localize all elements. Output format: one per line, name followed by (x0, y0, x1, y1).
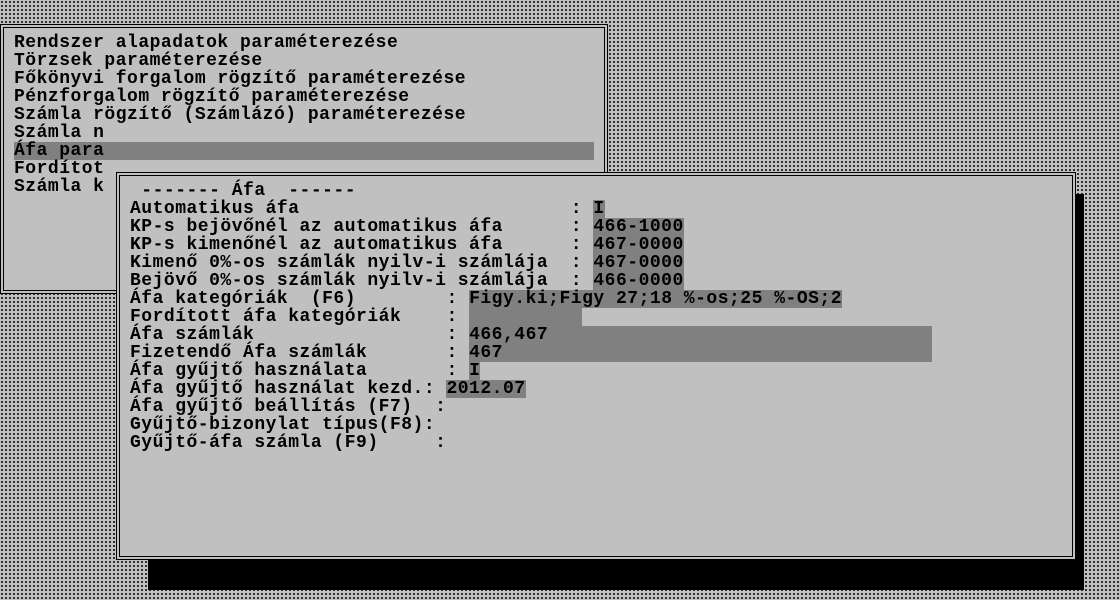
afa-value-0[interactable]: I (593, 200, 604, 218)
afa-row-12: Gyűjtő-bizonylat típus(F8): (130, 416, 1062, 434)
afa-row-6: Fordított áfa kategóriák : (130, 308, 1062, 326)
menu-item-0[interactable]: Rendszer alapadatok paraméterezése (14, 34, 594, 52)
afa-row-3: Kimenő 0%-os számlák nyilv-i számlája : … (130, 254, 1062, 272)
afa-value-10[interactable]: 2012.07 (446, 380, 525, 398)
afa-label-9: Áfa gyűjtő használata : (130, 361, 469, 381)
afa-label-4: Bejövő 0%-os számlák nyilv-i számlája : (130, 271, 593, 291)
afa-label-3: Kimenő 0%-os számlák nyilv-i számlája : (130, 253, 593, 273)
afa-label-7: Áfa számlák : (130, 325, 469, 345)
afa-value-8[interactable]: 467 (469, 344, 503, 362)
menu-item-6[interactable]: Áfa para (14, 142, 594, 160)
afa-value-1[interactable]: 466-1000 (593, 218, 683, 236)
afa-label-6: Fordított áfa kategóriák : (130, 307, 469, 327)
afa-label-1: KP-s bejövőnél az automatikus áfa : (130, 217, 593, 237)
afa-row-11: Áfa gyűjtő beállítás (F7) : (130, 398, 1062, 416)
afa-label-5: Áfa kategóriák (F6) : (130, 289, 469, 309)
afa-row-9: Áfa gyűjtő használata : I (130, 362, 1062, 380)
afa-label-8: Fizetendő Áfa számlák : (130, 343, 469, 363)
afa-value-3[interactable]: 467-0000 (593, 254, 683, 272)
menu-item-4[interactable]: Számla rögzítő (Számlázó) paraméterezése (14, 106, 594, 124)
afa-label-0: Automatikus áfa : (130, 199, 593, 219)
afa-label-13: Gyűjtő-áfa számla (F9) : (130, 433, 446, 453)
afa-label-11: Áfa gyűjtő beállítás (F7) : (130, 397, 446, 417)
afa-row-2: KP-s kimenőnél az automatikus áfa : 467-… (130, 236, 1062, 254)
afa-value-6[interactable] (469, 308, 582, 326)
menu-item-3[interactable]: Pénzforgalom rögzítő paraméterezése (14, 88, 594, 106)
afa-row-7: Áfa számlák : 466,467 (130, 326, 1062, 344)
afa-dialog-body: ------- Áfa ------Automatikus áfa : IKP-… (116, 172, 1076, 462)
afa-row-13: Gyűjtő-áfa számla (F9) : (130, 434, 1062, 452)
afa-value-7[interactable]: 466,467 (469, 326, 548, 344)
afa-row-8: Fizetendő Áfa számlák : 467 (130, 344, 1062, 362)
afa-value-pad-8 (503, 344, 932, 362)
afa-dialog: ------- Áfa ------Automatikus áfa : IKP-… (116, 172, 1076, 560)
afa-value-2[interactable]: 467-0000 (593, 236, 683, 254)
afa-label-10: Áfa gyűjtő használat kezd.: (130, 379, 446, 399)
afa-row-4: Bejövő 0%-os számlák nyilv-i számlája : … (130, 272, 1062, 290)
afa-value-4[interactable]: 466-0000 (593, 272, 683, 290)
afa-row-0: Automatikus áfa : I (130, 200, 1062, 218)
menu-item-1[interactable]: Törzsek paraméterezése (14, 52, 594, 70)
afa-row-5: Áfa kategóriák (F6) : Figy.ki;Figy 27;18… (130, 290, 1062, 308)
afa-row-10: Áfa gyűjtő használat kezd.: 2012.07 (130, 380, 1062, 398)
afa-value-9[interactable]: I (469, 362, 480, 380)
afa-label-12: Gyűjtő-bizonylat típus(F8): (130, 415, 435, 435)
afa-dialog-title: ------- Áfa ------ (130, 182, 1062, 200)
afa-row-1: KP-s bejövőnél az automatikus áfa : 466-… (130, 218, 1062, 236)
afa-value-pad-7 (548, 326, 932, 344)
menu-item-5[interactable]: Számla n (14, 124, 594, 142)
menu-item-2[interactable]: Főkönyvi forgalom rögzítő paraméterezése (14, 70, 594, 88)
afa-label-2: KP-s kimenőnél az automatikus áfa : (130, 235, 593, 255)
afa-value-5[interactable]: Figy.ki;Figy 27;18 %-os;25 %-OS;2 (469, 290, 842, 308)
